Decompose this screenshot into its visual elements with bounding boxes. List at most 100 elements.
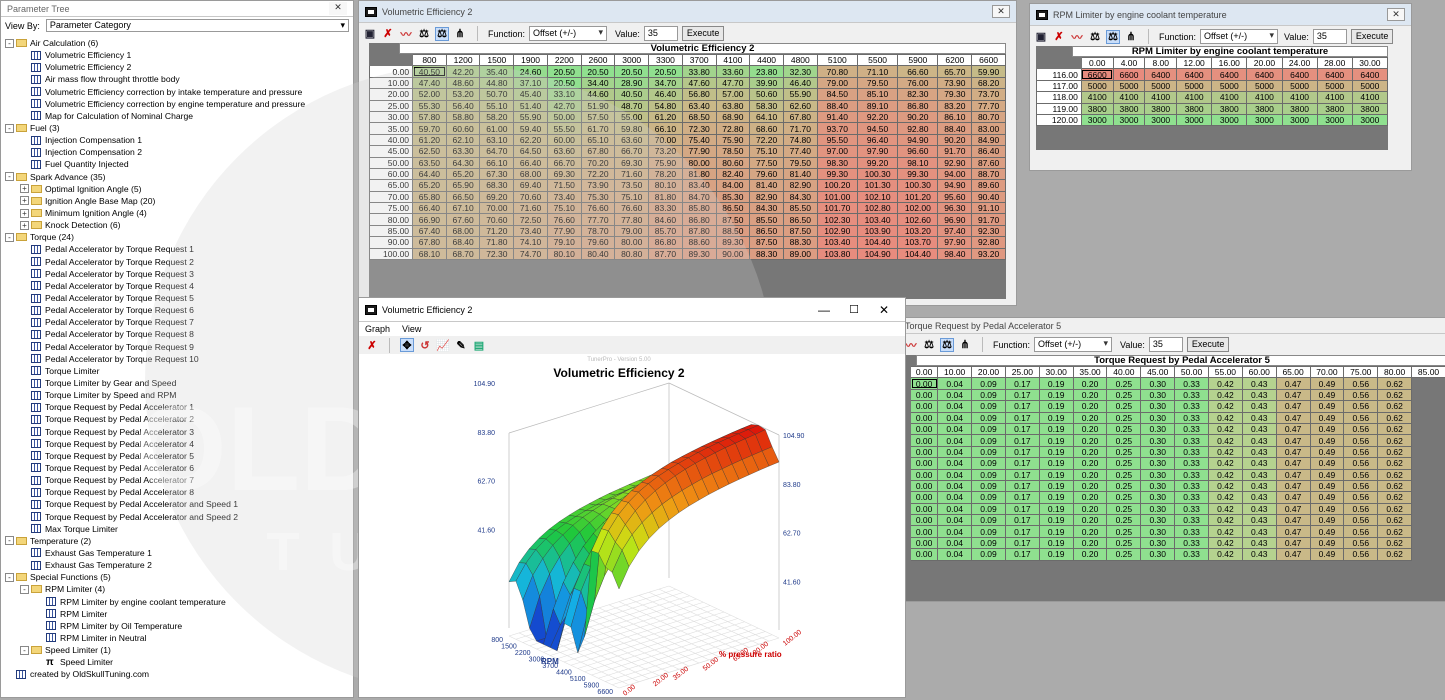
table-cell[interactable]: 0.00 bbox=[911, 423, 938, 434]
tree-node[interactable]: Map for Calculation of Nominal Charge bbox=[5, 110, 353, 122]
table-cell[interactable]: 75.10 bbox=[750, 146, 784, 157]
table-cell[interactable]: 0.00 bbox=[911, 458, 938, 469]
table-cell[interactable]: 6400 bbox=[1352, 69, 1387, 80]
table-cell[interactable]: 86.50 bbox=[750, 225, 784, 236]
table-cell[interactable]: 0.04 bbox=[938, 549, 972, 560]
table-cell[interactable]: 55.90 bbox=[783, 89, 817, 100]
table-cell[interactable]: 0.42 bbox=[1208, 435, 1242, 446]
table-cell[interactable]: 0.43 bbox=[1242, 446, 1276, 457]
collapse-icon[interactable]: - bbox=[5, 536, 14, 545]
table-cell[interactable]: 96.30 bbox=[938, 203, 972, 214]
table-cell[interactable]: 76.60 bbox=[581, 203, 615, 214]
table-cell[interactable]: 0.56 bbox=[1344, 503, 1378, 514]
table-cell[interactable]: 0.20 bbox=[1073, 515, 1107, 526]
table-cell[interactable]: 4100 bbox=[1145, 92, 1177, 103]
table-cell[interactable]: 0.33 bbox=[1175, 401, 1209, 412]
tree-node[interactable]: Torque Request by Pedal Accelerator 5 bbox=[5, 450, 353, 462]
table-cell[interactable]: 0.19 bbox=[1039, 526, 1073, 537]
table-cell[interactable]: 0.62 bbox=[1378, 537, 1412, 548]
close-x-icon[interactable]: ✗ bbox=[1052, 30, 1066, 44]
table-cell[interactable]: 0.56 bbox=[1344, 423, 1378, 434]
table-cell[interactable]: 0.43 bbox=[1242, 423, 1276, 434]
table-cell[interactable]: 0.56 bbox=[1344, 401, 1378, 412]
table-cell[interactable]: 68.00 bbox=[446, 225, 480, 236]
table-cell[interactable]: 63.60 bbox=[615, 134, 649, 145]
table-cell[interactable]: 103.80 bbox=[817, 248, 857, 259]
table-cell[interactable]: 0.62 bbox=[1378, 526, 1412, 537]
table-cell[interactable]: 85.30 bbox=[716, 191, 750, 202]
table-cell[interactable]: 4100 bbox=[1352, 92, 1387, 103]
table-cell[interactable]: 0.33 bbox=[1175, 492, 1209, 503]
table-cell[interactable]: 102.30 bbox=[817, 214, 857, 225]
table-cell[interactable]: 57.00 bbox=[716, 89, 750, 100]
table-cell[interactable]: 0.25 bbox=[1107, 549, 1141, 560]
table-cell[interactable]: 0.62 bbox=[1378, 446, 1412, 457]
table-cell[interactable]: 0.00 bbox=[911, 526, 938, 537]
table-cell[interactable]: 0.04 bbox=[938, 389, 972, 400]
table-cell[interactable]: 0.20 bbox=[1073, 526, 1107, 537]
ruler-icon[interactable]: ⋔ bbox=[958, 338, 972, 352]
table-cell[interactable]: 0.19 bbox=[1039, 515, 1073, 526]
table-cell[interactable]: 0.62 bbox=[1378, 378, 1412, 389]
table-cell[interactable]: 0.30 bbox=[1141, 492, 1175, 503]
table-cell[interactable]: 0.33 bbox=[1175, 537, 1209, 548]
table-cell[interactable]: 3800 bbox=[1113, 103, 1145, 114]
table-cell[interactable]: 0.56 bbox=[1344, 515, 1378, 526]
table-cell[interactable]: 66.50 bbox=[446, 191, 480, 202]
table-cell[interactable]: 92.90 bbox=[938, 157, 972, 168]
table-cell[interactable]: 0.20 bbox=[1073, 549, 1107, 560]
table-cell[interactable]: 0.49 bbox=[1310, 412, 1344, 423]
table-cell[interactable]: 102.00 bbox=[898, 203, 938, 214]
tree-node[interactable]: Pedal Accelerator by Torque Request 5 bbox=[5, 292, 353, 304]
table-cell[interactable]: 89.30 bbox=[716, 237, 750, 248]
table-cell[interactable]: 0.30 bbox=[1141, 423, 1175, 434]
table-cell[interactable]: 99.30 bbox=[817, 168, 857, 179]
table-cell[interactable]: 67.60 bbox=[446, 214, 480, 225]
table-cell[interactable]: 75.30 bbox=[581, 191, 615, 202]
table-cell[interactable]: 0.56 bbox=[1344, 458, 1378, 469]
table-cell[interactable]: 3000 bbox=[1352, 114, 1387, 125]
table-cell[interactable]: 0.47 bbox=[1276, 412, 1310, 423]
ve-3d-surface[interactable]: TunerPro - Version 5.00 Volumetric Effic… bbox=[359, 356, 905, 697]
table-cell[interactable]: 67.80 bbox=[413, 237, 447, 248]
table-cell[interactable]: 0.56 bbox=[1344, 469, 1378, 480]
tree-node[interactable]: Pedal Accelerator by Torque Request 8 bbox=[5, 328, 353, 340]
table-cell[interactable]: 0.47 bbox=[1276, 435, 1310, 446]
table-cell[interactable]: 0.04 bbox=[938, 492, 972, 503]
table-cell[interactable]: 75.10 bbox=[615, 191, 649, 202]
table-cell[interactable]: 0.56 bbox=[1344, 549, 1378, 560]
tree-node[interactable]: -Spark Advance (35) bbox=[5, 171, 353, 183]
table-cell[interactable]: 85.50 bbox=[783, 203, 817, 214]
table-cell[interactable]: 103.20 bbox=[898, 225, 938, 236]
table-cell[interactable]: 93.20 bbox=[972, 248, 1006, 259]
tree-node[interactable]: Volumetric Efficiency correction by engi… bbox=[5, 98, 353, 110]
table-cell[interactable]: 0.17 bbox=[1005, 526, 1039, 537]
table-cell[interactable]: 84.30 bbox=[783, 191, 817, 202]
close-icon[interactable]: ✕ bbox=[992, 5, 1010, 18]
table-cell[interactable]: 65.20 bbox=[413, 180, 447, 191]
table-cell[interactable]: 90.00 bbox=[716, 248, 750, 259]
scale-icon[interactable]: ⚖ bbox=[417, 27, 431, 41]
table-cell[interactable]: 50.70 bbox=[480, 89, 514, 100]
table-cell[interactable]: 88.50 bbox=[716, 225, 750, 236]
table-cell[interactable]: 69.40 bbox=[514, 180, 548, 191]
table-cell[interactable]: 0.20 bbox=[1073, 480, 1107, 491]
table-cell[interactable]: 60.60 bbox=[446, 123, 480, 134]
table-cell[interactable]: 66.10 bbox=[480, 157, 514, 168]
tree-node[interactable]: RPM Limiter in Neutral bbox=[5, 632, 353, 644]
table-cell[interactable]: 0.30 bbox=[1141, 537, 1175, 548]
table-cell[interactable]: 0.17 bbox=[1005, 480, 1039, 491]
table-cell[interactable]: 0.33 bbox=[1175, 549, 1209, 560]
table-cell[interactable]: 67.30 bbox=[480, 168, 514, 179]
tree-node[interactable]: Exhaust Gas Temperature 2 bbox=[5, 559, 353, 571]
table-cell[interactable]: 47.40 bbox=[413, 77, 447, 88]
table-cell[interactable]: 77.40 bbox=[783, 146, 817, 157]
table-cell[interactable]: 0.30 bbox=[1141, 515, 1175, 526]
table-cell[interactable]: 0.47 bbox=[1276, 480, 1310, 491]
table-cell[interactable]: 73.40 bbox=[514, 225, 548, 236]
table-cell[interactable]: 79.00 bbox=[615, 225, 649, 236]
table-cell[interactable]: 0.17 bbox=[1005, 435, 1039, 446]
table-cell[interactable]: 0.04 bbox=[938, 423, 972, 434]
table-cell[interactable]: 104.40 bbox=[857, 237, 897, 248]
table-cell[interactable]: 101.00 bbox=[817, 191, 857, 202]
